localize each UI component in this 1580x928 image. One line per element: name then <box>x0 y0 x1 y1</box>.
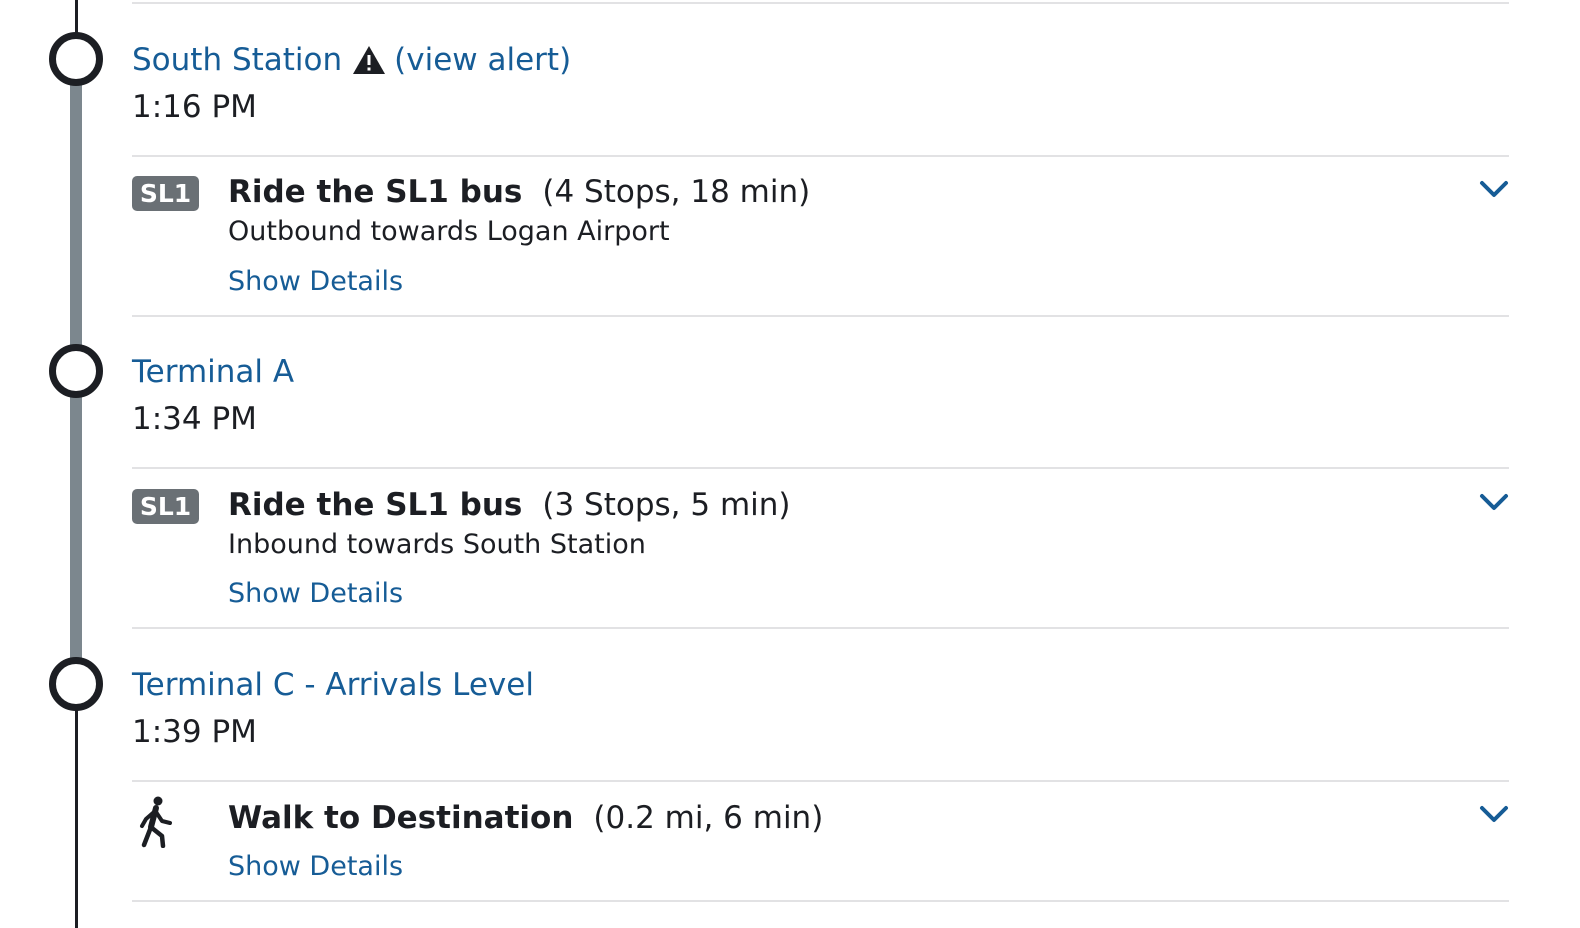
leg-mode-label: Walk to Destination <box>228 800 574 836</box>
divider <box>132 155 1509 157</box>
stop-marker <box>49 657 103 711</box>
stop-name-terminal-a: Terminal A <box>132 352 294 392</box>
stop-marker <box>49 344 103 398</box>
timeline-walk-line <box>75 708 78 928</box>
divider <box>132 315 1509 317</box>
stop-name-terminal-c: Terminal C - Arrivals Level <box>132 665 534 705</box>
walking-person-icon <box>140 796 172 848</box>
show-details-link[interactable]: Show Details <box>228 264 403 300</box>
view-alert-link[interactable]: (view alert) <box>394 40 571 80</box>
divider <box>132 627 1509 629</box>
divider <box>132 780 1509 782</box>
route-badge-sl1: SL1 <box>132 176 199 211</box>
leg-title: Walk to Destination (0.2 mi, 6 min) <box>228 798 823 838</box>
show-details-link[interactable]: Show Details <box>228 849 403 885</box>
leg-mode-label: Ride the SL1 bus <box>228 487 523 523</box>
leg-mode-label: Ride the SL1 bus <box>228 174 523 210</box>
stop-link[interactable]: Terminal C - Arrivals Level <box>132 665 534 705</box>
leg-title: Ride the SL1 bus (4 Stops, 18 min) <box>228 172 810 212</box>
chevron-down-icon[interactable] <box>1478 489 1510 513</box>
stop-name-south-station: South Station (view alert) <box>132 40 571 80</box>
timeline-line-top <box>75 0 78 34</box>
divider <box>132 467 1509 469</box>
chevron-down-icon[interactable] <box>1478 176 1510 200</box>
stop-link[interactable]: South Station <box>132 40 342 80</box>
stop-time: 1:16 PM <box>132 89 257 125</box>
divider <box>132 900 1509 902</box>
leg-direction: Inbound towards South Station <box>228 529 646 560</box>
stop-time: 1:34 PM <box>132 401 257 437</box>
divider <box>132 2 1509 4</box>
leg-direction: Outbound towards Logan Airport <box>228 216 670 247</box>
stop-marker <box>49 32 103 86</box>
route-badge-sl1: SL1 <box>132 489 199 524</box>
stop-link[interactable]: Terminal A <box>132 352 294 392</box>
chevron-down-icon[interactable] <box>1478 801 1510 825</box>
leg-meta: (3 Stops, 5 min) <box>542 487 791 523</box>
leg-title: Ride the SL1 bus (3 Stops, 5 min) <box>228 485 791 525</box>
show-details-link[interactable]: Show Details <box>228 576 403 612</box>
stop-time: 1:39 PM <box>132 714 257 750</box>
leg-meta: (4 Stops, 18 min) <box>542 174 811 210</box>
alert-icon <box>353 46 386 74</box>
leg-meta: (0.2 mi, 6 min) <box>593 800 824 836</box>
